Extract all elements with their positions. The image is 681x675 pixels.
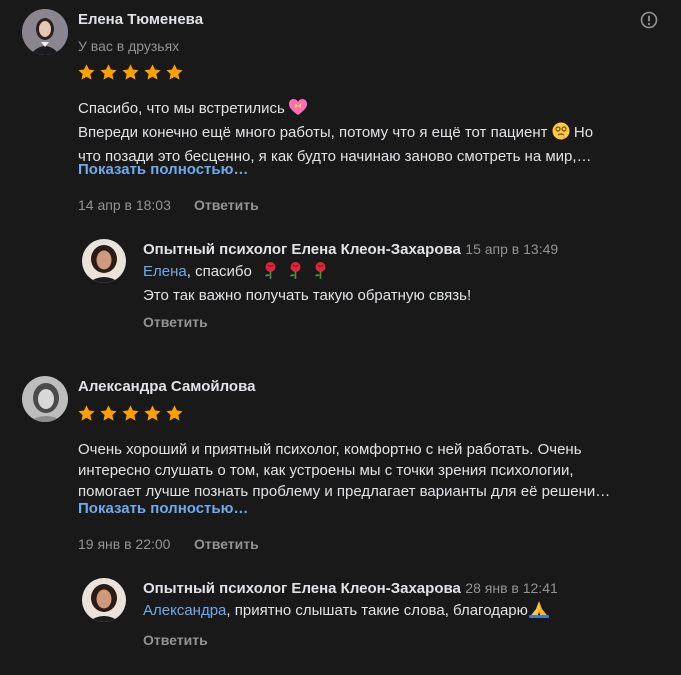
reply-date[interactable]: 28 янв в 12:41: [465, 580, 557, 596]
star-icon: [121, 63, 140, 87]
star-icon: [99, 404, 118, 428]
reply-button[interactable]: Ответить: [143, 632, 208, 648]
star-icon: [143, 63, 162, 87]
mention-link[interactable]: Елена: [143, 263, 187, 280]
heart-icon: [288, 99, 307, 122]
review-date[interactable]: 14 апр в 18:03: [78, 197, 171, 213]
review-text-line: Спасибо, что мы встретились: [78, 100, 285, 117]
avatar[interactable]: [22, 376, 68, 422]
show-more-link[interactable]: Показать полностью…: [78, 500, 248, 517]
report-icon[interactable]: [640, 11, 658, 29]
reply-text-line: , приятно слышать такие слова, благодарю: [226, 602, 528, 619]
reply-text: Елена, спасибо Это так важно получать та…: [143, 261, 471, 306]
avatar[interactable]: [22, 9, 68, 55]
reply-author[interactable]: Опытный психолог Елена Клеон-Захарова: [143, 580, 461, 597]
reply-avatar[interactable]: [82, 239, 126, 283]
star-icon: [165, 404, 184, 428]
star-icon: [165, 63, 184, 87]
reply-button[interactable]: Ответить: [194, 197, 259, 213]
review-text-line: Впереди конечно ещё много работы, потому…: [78, 124, 548, 141]
reply-text-line: Это так важно получать такую обратную св…: [143, 287, 472, 304]
show-more-link[interactable]: Показать полностью…: [78, 161, 248, 178]
pray-icon: [528, 600, 549, 624]
star-icon: [77, 404, 96, 428]
star-icon: [99, 63, 118, 87]
review-text-line: помогает лучше познать проблему и предла…: [78, 483, 611, 500]
reply-author[interactable]: Опытный психолог Елена Клеон-Захарова: [143, 241, 461, 258]
reply-button[interactable]: Ответить: [143, 314, 208, 330]
reply-date[interactable]: 15 апр в 13:49: [465, 241, 558, 257]
review-author[interactable]: Елена Тюменева: [78, 11, 203, 28]
dizzy-face-icon: [552, 122, 570, 146]
rating-stars: [77, 63, 187, 83]
reply-button[interactable]: Ответить: [194, 536, 259, 552]
reply-text: Александра, приятно слышать такие слова,…: [143, 600, 549, 624]
review-author[interactable]: Александра Самойлова: [78, 378, 255, 395]
review-text: Очень хороший и приятный психолог, комфо…: [78, 439, 610, 502]
star-icon: [143, 404, 162, 428]
rose-icon: [287, 261, 304, 285]
review-text-line: Очень хороший и приятный психолог, комфо…: [78, 441, 582, 458]
reply-avatar[interactable]: [82, 578, 126, 622]
star-icon: [121, 404, 140, 428]
review-text: Спасибо, что мы встретились Впереди коне…: [78, 98, 593, 167]
review-text-line: Но: [573, 124, 594, 141]
friend-status: У вас в друзьях: [78, 38, 180, 54]
star-icon: [77, 63, 96, 87]
rating-stars: [77, 404, 187, 424]
review-date[interactable]: 19 янв в 22:00: [78, 536, 170, 552]
mention-link[interactable]: Александра: [143, 602, 226, 619]
rose-icon: [312, 261, 329, 285]
review-text-line: интересно слушать о том, как устроены мы…: [78, 462, 574, 479]
rose-icon: [262, 261, 279, 285]
reply-text-line: , спасибо: [186, 263, 252, 280]
